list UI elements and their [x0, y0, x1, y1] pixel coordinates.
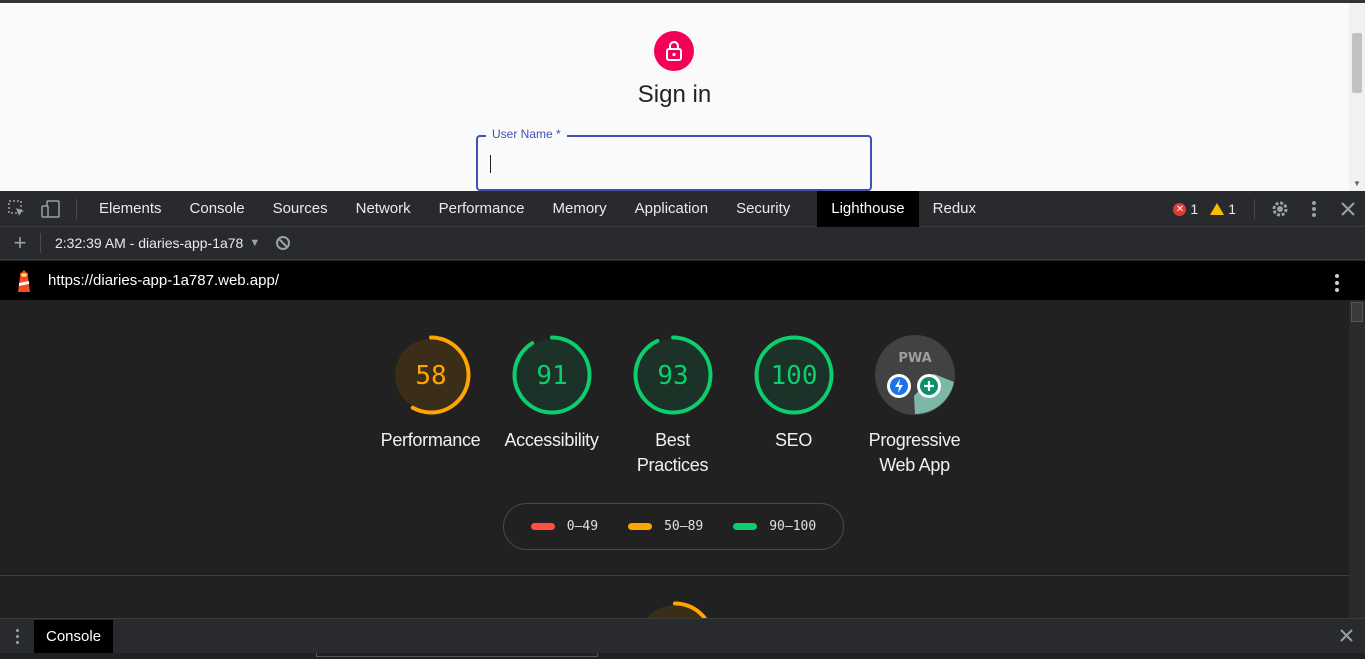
text-caret: [490, 155, 491, 173]
report-scrollbar[interactable]: [1349, 300, 1365, 618]
gauge-score: 58: [415, 361, 446, 391]
bottom-strip: [0, 653, 1365, 659]
error-count: 1: [1190, 201, 1199, 217]
lighthouse-report: 58 Performance 91 Accessibility 93 Best …: [0, 300, 1349, 618]
tab-security[interactable]: Security: [722, 191, 804, 227]
report-name: 2:32:39 AM - diaries-app-1a78: [55, 235, 244, 251]
legend-swatch: [628, 523, 653, 530]
warning-count: 1: [1228, 201, 1236, 217]
legend-swatch: [530, 523, 555, 530]
devtools-right-controls: ✕ 1 1: [1173, 191, 1365, 227]
gauge-label: SEO: [774, 430, 813, 450]
tab-sources[interactable]: Sources: [259, 191, 342, 227]
chevron-down-icon: ▼: [249, 237, 261, 249]
page-title: Sign in: [637, 81, 712, 108]
gauge-accessibility[interactable]: 91 Accessibility: [491, 334, 612, 478]
gauge-best-practices[interactable]: 93 Best Practices: [612, 334, 733, 478]
tab-lighthouse[interactable]: Lighthouse: [817, 190, 919, 227]
lock-icon: [666, 41, 682, 61]
gauge-accessibility-ring: 91: [512, 335, 591, 415]
gauge-performance[interactable]: 58 Performance: [370, 334, 491, 478]
more-options-kebab-icon[interactable]: [1297, 191, 1331, 227]
clear-reports-icon[interactable]: [276, 236, 291, 250]
pwa-badge-icon: PWA: [874, 335, 955, 415]
legend-range: 90–100: [769, 519, 817, 534]
tab-memory[interactable]: Memory: [539, 191, 621, 227]
lighthouse-logo-icon: [0, 269, 48, 293]
close-devtools-icon[interactable]: [1331, 191, 1365, 227]
toolbar-separator: [1254, 199, 1255, 219]
report-selector[interactable]: 2:32:39 AM - diaries-app-1a78 ▼: [55, 235, 260, 251]
gauge-label: Progressive Web App: [868, 430, 961, 475]
tab-redux[interactable]: Redux: [919, 191, 990, 227]
inspect-element-icon[interactable]: [0, 191, 34, 227]
legend-item-average: 50–89: [628, 519, 703, 534]
legend-swatch: [733, 523, 758, 530]
gauge-performance-ring: 58: [391, 335, 470, 415]
gauge-score: 93: [657, 361, 688, 391]
page-scrollbar-thumb[interactable]: [1352, 33, 1362, 93]
lighthouse-toolbar: + 2:32:39 AM - diaries-app-1a78 ▼: [0, 227, 1365, 260]
gauge-label: Best Practices: [636, 430, 709, 475]
tab-console[interactable]: Console: [176, 191, 259, 227]
new-report-plus-icon[interactable]: +: [0, 230, 40, 256]
legend-range: 0–49: [566, 519, 599, 534]
gauge-best-practices-ring: 93: [633, 335, 712, 415]
report-scrollbar-thumb[interactable]: [1351, 302, 1363, 322]
page-scrollbar[interactable]: ▼: [1349, 3, 1365, 191]
lock-avatar: [654, 31, 694, 71]
gauge-seo[interactable]: 100 SEO: [733, 334, 854, 478]
toolbar-separator: [76, 198, 77, 219]
error-icon: ✕: [1173, 202, 1187, 216]
username-label: User Name *: [486, 127, 567, 141]
performance-section-gauge: [635, 601, 715, 618]
drawer-tab-console[interactable]: Console: [34, 619, 114, 653]
issues-counter[interactable]: ✕ 1 1: [1173, 201, 1236, 217]
gauge-pwa[interactable]: PWA Progressive Web App: [854, 334, 975, 478]
score-legend: 0–49 50–89 90–100: [503, 503, 844, 550]
username-field[interactable]: User Name *: [476, 127, 872, 191]
devtools-drawer: Console: [0, 618, 1365, 653]
console-input-edge: [316, 653, 598, 657]
drawer-menu-icon[interactable]: [0, 628, 34, 644]
legend-item-pass: 90–100: [733, 519, 816, 534]
score-gauges: 58 Performance 91 Accessibility 93 Best …: [370, 334, 975, 478]
audited-url[interactable]: https://diaries-app-1a787.web.app/: [48, 272, 279, 289]
device-toolbar-icon[interactable]: [34, 191, 68, 227]
gauge-score: 100: [770, 361, 817, 391]
section-divider: [0, 575, 1349, 576]
tab-application[interactable]: Application: [621, 191, 722, 227]
lighthouse-url-bar: https://diaries-app-1a787.web.app/: [0, 261, 1365, 300]
tab-elements[interactable]: Elements: [85, 191, 176, 227]
legend-range: 50–89: [664, 519, 704, 534]
gauge-score: 91: [536, 361, 567, 391]
warning-icon: [1210, 203, 1225, 215]
devtools-tab-bar: Elements Console Sources Network Perform…: [0, 190, 1365, 227]
report-menu-kebab-icon[interactable]: [1335, 271, 1339, 295]
scroll-down-arrow-icon[interactable]: ▼: [1353, 179, 1361, 188]
tab-performance[interactable]: Performance: [425, 191, 539, 227]
close-drawer-icon[interactable]: [1340, 626, 1353, 647]
settings-gear-icon[interactable]: [1263, 191, 1297, 227]
gauge-label: Performance: [380, 430, 481, 450]
legend-item-fail: 0–49: [530, 519, 599, 534]
gauge-seo-ring: 100: [754, 335, 833, 415]
pwa-badge-text: PWA: [898, 351, 931, 366]
app-page: Sign in User Name * ▼: [0, 0, 1365, 191]
gauge-label: Accessibility: [504, 430, 599, 450]
toolbar-separator: [40, 233, 41, 253]
tab-network[interactable]: Network: [342, 191, 425, 227]
